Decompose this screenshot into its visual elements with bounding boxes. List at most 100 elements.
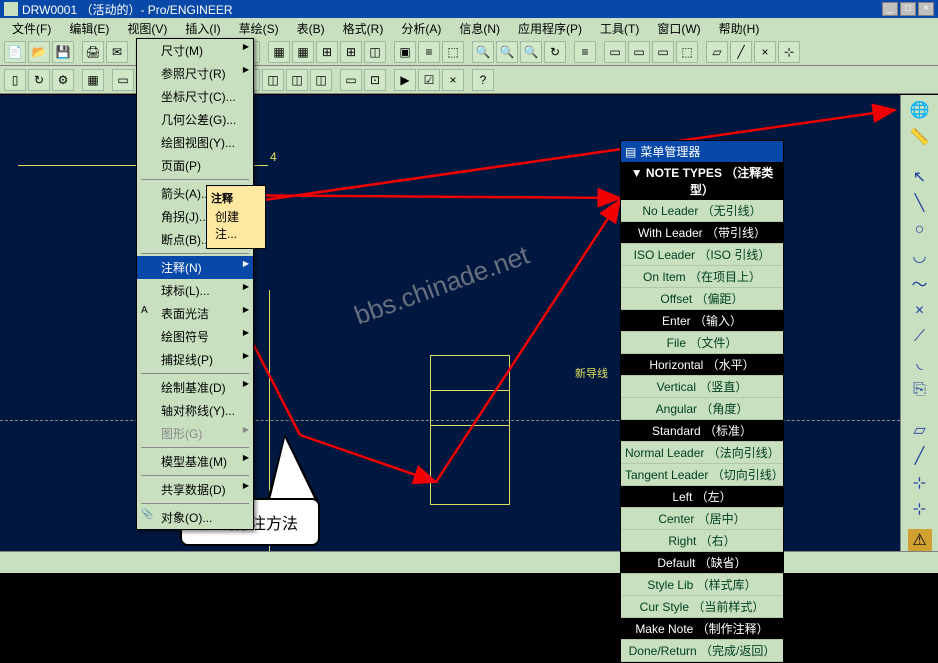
select-button[interactable]: ▯ bbox=[4, 69, 26, 91]
menu-file[interactable]: 文件(F) bbox=[4, 18, 59, 39]
menu-geom-tolerance[interactable]: 几何公差(G)... bbox=[137, 108, 253, 131]
menu-object[interactable]: 📎对象(O)... bbox=[137, 506, 253, 529]
tool-icon[interactable]: ⊞ bbox=[340, 41, 362, 63]
menu-table[interactable]: 表(B) bbox=[289, 18, 333, 39]
menu-format[interactable]: 格式(R) bbox=[335, 18, 392, 39]
submenu-create-note[interactable]: 创建注... bbox=[211, 206, 261, 244]
section-horizontal[interactable]: Horizontal （水平） bbox=[621, 354, 783, 376]
opt-on-item[interactable]: On Item （在项目上） bbox=[621, 266, 783, 288]
menu-tools[interactable]: 工具(T) bbox=[592, 18, 647, 39]
opt-tangent-leader[interactable]: Tangent Leader （切向引线） bbox=[621, 464, 783, 486]
sheet-button[interactable]: ▦ bbox=[82, 69, 104, 91]
tool-icon[interactable]: ◫ bbox=[364, 41, 386, 63]
warning-icon[interactable]: ⚠ bbox=[908, 529, 932, 551]
menu-snap-line[interactable]: 捕捉线(P) bbox=[137, 348, 253, 371]
new-button[interactable]: 📄 bbox=[4, 41, 26, 63]
point-icon[interactable]: × bbox=[908, 299, 932, 321]
stop-button[interactable]: × bbox=[442, 69, 464, 91]
print-button[interactable]: 🖨 bbox=[82, 41, 104, 63]
menu-drawing-view[interactable]: 绘图视图(Y)... bbox=[137, 131, 253, 154]
line-icon[interactable]: ╲ bbox=[908, 192, 932, 214]
menu-view[interactable]: 视图(V) bbox=[119, 18, 175, 39]
menu-dimension[interactable]: 尺寸(M) bbox=[137, 39, 253, 62]
opt-file[interactable]: File （文件） bbox=[621, 332, 783, 354]
pointer-icon[interactable]: ↖ bbox=[908, 165, 932, 187]
datum-button[interactable]: ▱ bbox=[706, 41, 728, 63]
refresh-button[interactable]: ↻ bbox=[28, 69, 50, 91]
view-button[interactable]: ▭ bbox=[628, 41, 650, 63]
menu-drawing-symbol[interactable]: 绘图符号 bbox=[137, 325, 253, 348]
opt-center[interactable]: Center （居中） bbox=[621, 508, 783, 530]
menu-info[interactable]: 信息(N) bbox=[451, 18, 508, 39]
save-button[interactable]: 💾 bbox=[52, 41, 74, 63]
minimize-button[interactable]: _ bbox=[882, 2, 898, 16]
opt-offset[interactable]: Offset （偏距） bbox=[621, 288, 783, 310]
opt-right[interactable]: Right （右） bbox=[621, 530, 783, 552]
chamfer-icon[interactable]: ⟋ bbox=[908, 326, 932, 348]
view-button[interactable]: ⬚ bbox=[676, 41, 698, 63]
zoom-in-button[interactable]: 🔍 bbox=[472, 41, 494, 63]
opt-normal-leader[interactable]: Normal Leader （法向引线） bbox=[621, 442, 783, 464]
section-standard[interactable]: Standard （标准） bbox=[621, 420, 783, 442]
section-left[interactable]: Left （左） bbox=[621, 486, 783, 508]
rect-icon[interactable]: ▱ bbox=[908, 419, 932, 441]
opt-cur-style[interactable]: Cur Style （当前样式） bbox=[621, 596, 783, 618]
zoom-out-button[interactable]: 🔍 bbox=[496, 41, 518, 63]
menu-note[interactable]: 注释(N) bbox=[137, 256, 253, 279]
view-button[interactable]: ▭ bbox=[604, 41, 626, 63]
menu-balloon[interactable]: 球标(L)... bbox=[137, 279, 253, 302]
panel-header[interactable]: ▤菜单管理器 bbox=[621, 141, 783, 162]
menu-app[interactable]: 应用程序(P) bbox=[510, 18, 590, 39]
checkbox-button[interactable]: ☑ bbox=[418, 69, 440, 91]
menu-coord-dimension[interactable]: 坐标尺寸(C)... bbox=[137, 85, 253, 108]
opt-no-leader[interactable]: No Leader （无引线） bbox=[621, 200, 783, 222]
tool-measure-icon[interactable]: 📏 bbox=[908, 125, 932, 147]
opt-iso-leader[interactable]: ISO Leader （ISO 引线） bbox=[621, 244, 783, 266]
menu-edit[interactable]: 编辑(E) bbox=[61, 18, 117, 39]
maximize-button[interactable]: □ bbox=[900, 2, 916, 16]
play-button[interactable]: ▶ bbox=[394, 69, 416, 91]
help-button[interactable]: ? bbox=[472, 69, 494, 91]
menu-insert[interactable]: 插入(I) bbox=[177, 18, 228, 39]
tool-icon[interactable]: ⊞ bbox=[316, 41, 338, 63]
point-button[interactable]: × bbox=[754, 41, 776, 63]
menu-draw-datum[interactable]: 绘制基准(D) bbox=[137, 376, 253, 399]
fillet-icon[interactable]: ◟ bbox=[908, 352, 932, 374]
tool-icon[interactable]: ▭ bbox=[112, 69, 134, 91]
axis-button[interactable]: ╱ bbox=[730, 41, 752, 63]
menu-window[interactable]: 窗口(W) bbox=[649, 18, 708, 39]
circle-icon[interactable]: ○ bbox=[908, 218, 932, 240]
open-button[interactable]: 📂 bbox=[28, 41, 50, 63]
offset-icon[interactable]: ⎘ bbox=[908, 379, 932, 401]
tool-icon[interactable]: ◫ bbox=[262, 69, 284, 91]
opt-done-return[interactable]: Done/Return （完成/返回） bbox=[621, 640, 783, 662]
point-tool-icon[interactable]: ⊹ bbox=[908, 472, 932, 494]
menu-model-datum[interactable]: 模型基准(M) bbox=[137, 450, 253, 473]
section-default[interactable]: Default （缺省） bbox=[621, 552, 783, 574]
opt-vertical[interactable]: Vertical （竖直） bbox=[621, 376, 783, 398]
menu-axis-symmetry[interactable]: 轴对称线(Y)... bbox=[137, 399, 253, 422]
tool-icon[interactable]: ⊡ bbox=[364, 69, 386, 91]
tool-icon[interactable]: ▭ bbox=[340, 69, 362, 91]
tool-icon[interactable]: ▦ bbox=[292, 41, 314, 63]
tool-icon[interactable]: ≡ bbox=[418, 41, 440, 63]
menu-page[interactable]: 页面(P) bbox=[137, 154, 253, 177]
opt-with-leader[interactable]: With Leader （带引线） bbox=[621, 222, 783, 244]
menu-help[interactable]: 帮助(H) bbox=[711, 18, 768, 39]
opt-angular[interactable]: Angular （角度） bbox=[621, 398, 783, 420]
menu-sketch[interactable]: 草绘(S) bbox=[231, 18, 287, 39]
spline-icon[interactable]: 〜 bbox=[908, 271, 932, 295]
section-enter[interactable]: Enter （输入） bbox=[621, 310, 783, 332]
tool-icon[interactable]: ◫ bbox=[310, 69, 332, 91]
menu-shared-data[interactable]: 共享数据(D) bbox=[137, 478, 253, 501]
tool-icon[interactable]: ▦ bbox=[268, 41, 290, 63]
zoom-fit-button[interactable]: 🔍 bbox=[520, 41, 542, 63]
menu-analysis[interactable]: 分析(A) bbox=[393, 18, 449, 39]
csys-tool-icon[interactable]: ⊹ bbox=[908, 498, 932, 520]
menu-surface-finish[interactable]: A表面光洁 bbox=[137, 302, 253, 325]
section-make-note[interactable]: Make Note （制作注释） bbox=[621, 618, 783, 640]
opt-style-lib[interactable]: Style Lib （样式库） bbox=[621, 574, 783, 596]
tool-globe-icon[interactable]: 🌐 bbox=[908, 99, 932, 121]
view-button[interactable]: ▭ bbox=[652, 41, 674, 63]
menu-ref-dimension[interactable]: 参照尺寸(R) bbox=[137, 62, 253, 85]
